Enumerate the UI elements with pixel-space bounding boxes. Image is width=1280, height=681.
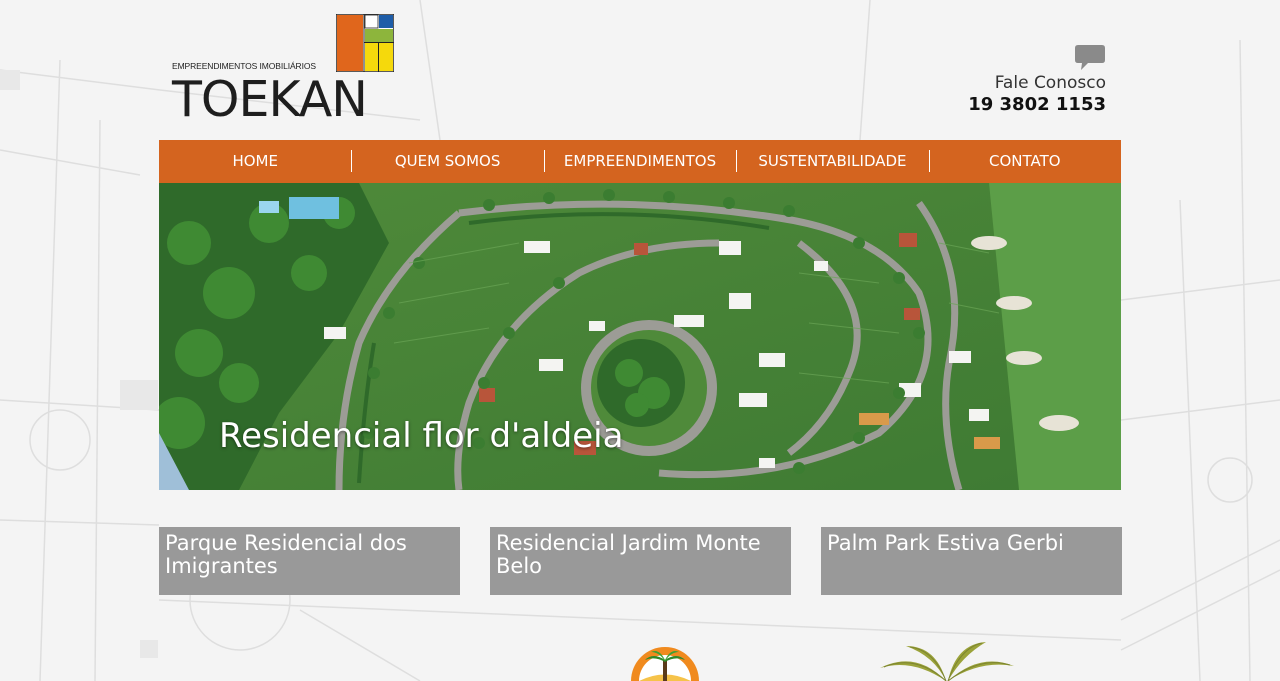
nav-item-quem-somos[interactable]: QUEM SOMOS [351, 140, 543, 183]
hero-caption[interactable]: Residencial flor d'aldeia [219, 416, 623, 456]
nav-item-home[interactable]: HOME [159, 140, 351, 183]
card-jardim-monte-belo[interactable]: Residencial Jardim Monte Belo [490, 527, 791, 595]
brand-logo[interactable]: EMPREENDIMENTOS IMOBILIÁRIOS TOEKAN [172, 14, 397, 128]
hero-banner[interactable]: Residencial flor d'aldeia [159, 183, 1121, 490]
nav-item-contato[interactable]: CONTATO [928, 140, 1121, 183]
nav-item-sustentabilidade[interactable]: SUSTENTABILIDADE [736, 140, 928, 183]
main-nav: HOME QUEM SOMOS EMPREENDIMENTOS SUSTENTA… [159, 140, 1121, 183]
chat-bubble-icon[interactable] [1074, 44, 1106, 72]
sun-palm-logo-icon[interactable] [629, 630, 701, 681]
logo-wordmark: TOEKAN [172, 71, 368, 128]
contact-phone: 19 3802 1153 [968, 94, 1106, 115]
card-parque-residencial[interactable]: Parque Residencial dos Imigrantes [159, 527, 460, 595]
contact-label[interactable]: Fale Conosco [968, 73, 1106, 93]
palm-leaves-logo-icon[interactable] [876, 640, 1018, 681]
nav-item-empreendimentos[interactable]: EMPREENDIMENTOS [543, 140, 736, 183]
contact-block: Fale Conosco 19 3802 1153 [968, 44, 1106, 115]
logo-subtitle: EMPREENDIMENTOS IMOBILIÁRIOS [172, 61, 316, 71]
card-palm-park[interactable]: Palm Park Estiva Gerbi [821, 527, 1122, 595]
logo-squares-icon [336, 14, 394, 72]
